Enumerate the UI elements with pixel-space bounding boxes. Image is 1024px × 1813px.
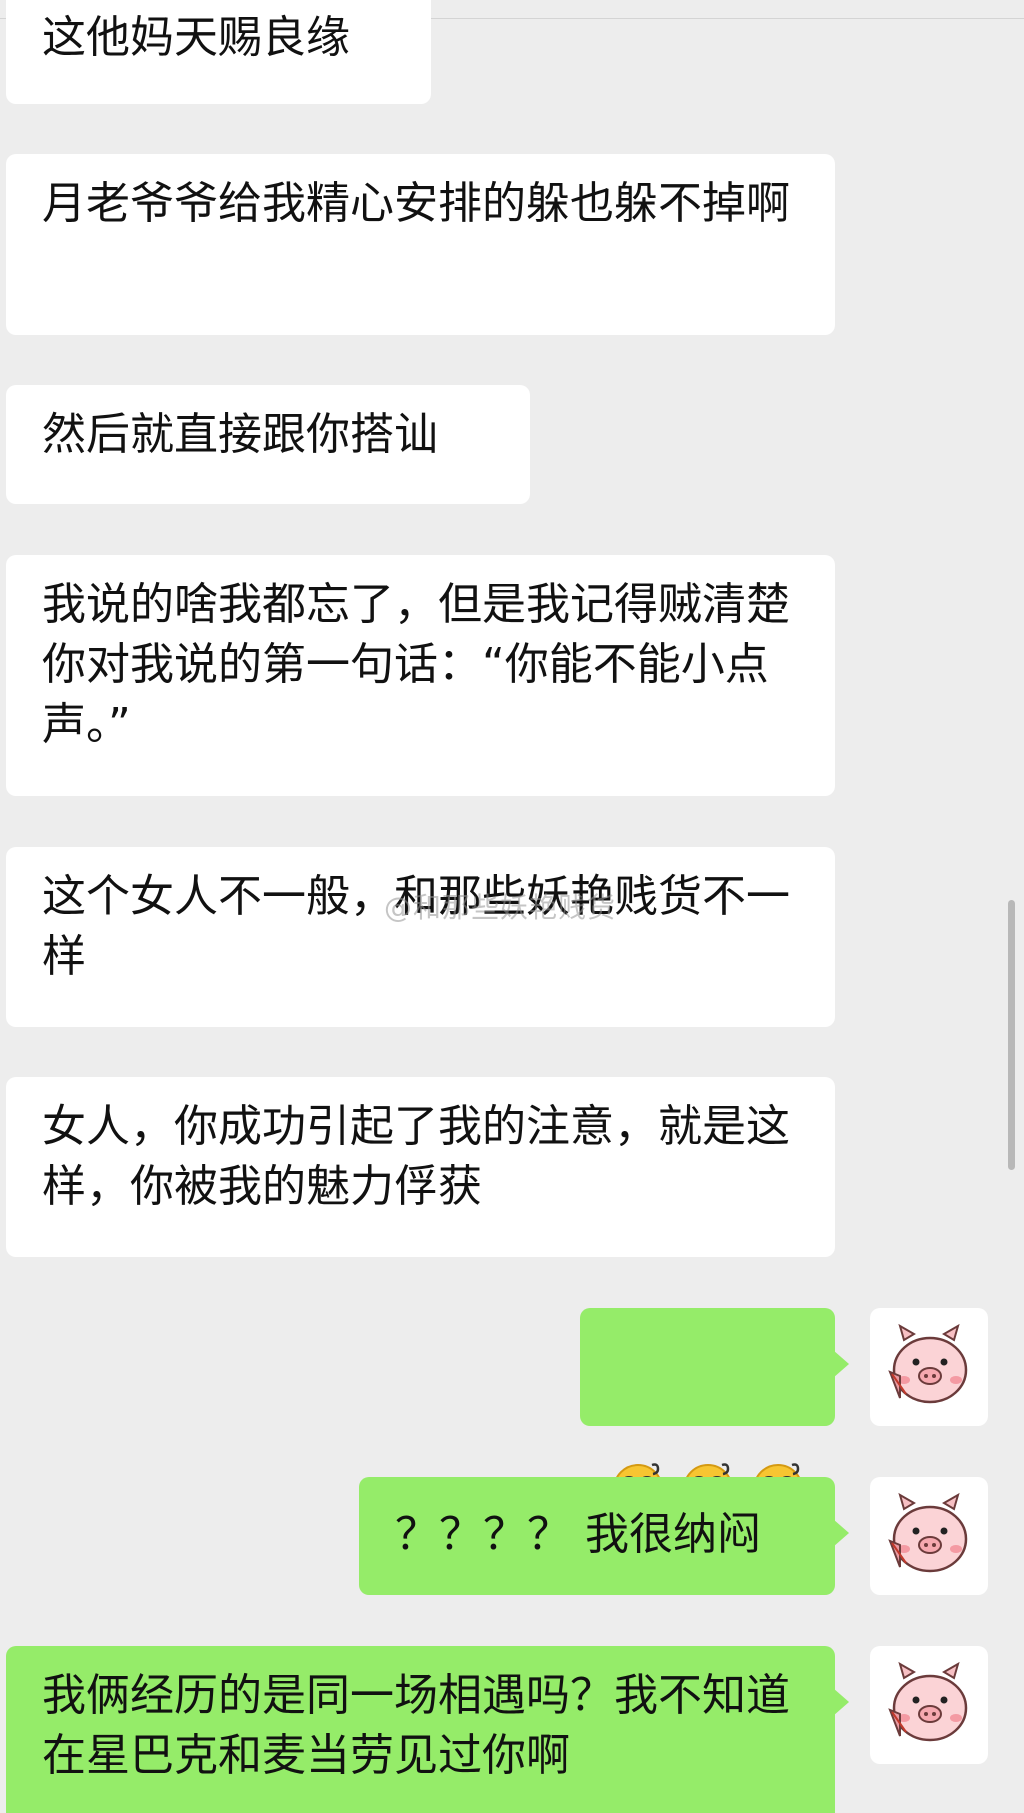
sent-emoji-bubble[interactable]	[580, 1308, 849, 1514]
sent-message-bubble[interactable]: ？？？？ 我很纳闷	[359, 1477, 849, 1595]
scrollbar-thumb[interactable]	[1008, 900, 1015, 1170]
avatar[interactable]	[870, 1646, 988, 1764]
pig-face-icon	[888, 1492, 968, 1573]
pig-face-icon	[888, 1661, 968, 1742]
received-message-bubble[interactable]: 我说的啥我都忘了，但是我记得贼清楚你对我说的第一句话：“你能不能小点声。”	[6, 555, 835, 796]
avatar[interactable]	[870, 1477, 988, 1595]
watermark: @和那些妖艳贱货	[384, 891, 617, 924]
sent-message-bubble[interactable]: 我俩经历的是同一场相遇吗？我不知道在星巴克和麦当劳见过你啊	[6, 1646, 849, 1813]
avatar[interactable]	[870, 1308, 988, 1426]
received-message-bubble[interactable]: 月老爷爷给我精心安排的躲也躲不掉啊	[6, 154, 835, 335]
pig-face-icon	[888, 1323, 968, 1404]
received-message-bubble[interactable]: 这他妈天赐良缘	[6, 0, 431, 104]
received-message-bubble[interactable]: 女人，你成功引起了我的注意，就是这样，你被我的魅力俘获	[6, 1077, 835, 1257]
received-message-bubble[interactable]: 然后就直接跟你搭讪	[6, 385, 530, 504]
received-message-bubble[interactable]: 这个女人不一般，和那些妖艳贱货不一样	[6, 847, 835, 1027]
